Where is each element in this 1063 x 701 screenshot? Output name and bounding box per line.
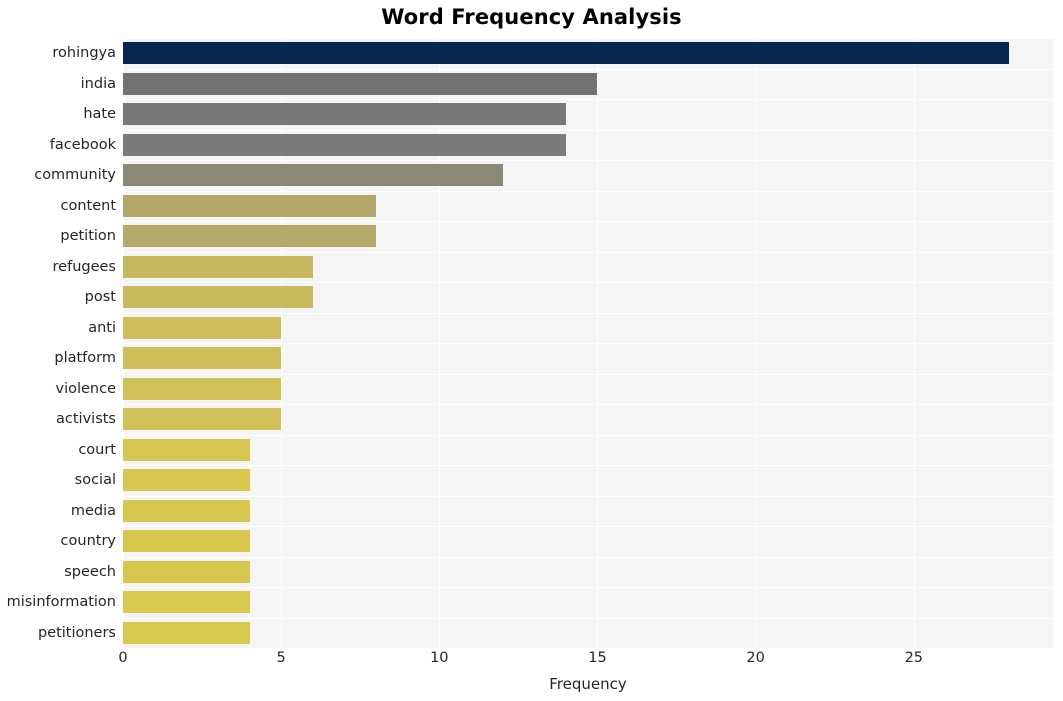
x-axis-tick-label: 15 (588, 650, 607, 666)
bar (123, 530, 250, 553)
gridline-horizontal (123, 374, 1053, 375)
gridline-horizontal (123, 557, 1053, 558)
bar (123, 347, 282, 370)
x-axis-title: Frequency (549, 675, 627, 693)
y-axis-tick-label: rohingya (52, 45, 116, 62)
y-axis-tick-label: court (78, 441, 116, 458)
bar (123, 316, 282, 339)
gridline-horizontal (123, 282, 1053, 283)
bar (123, 164, 503, 187)
gridline-horizontal (123, 618, 1053, 619)
word-frequency-bar-chart: Word Frequency Analysis rohingya india hat… (0, 0, 1063, 701)
gridline-horizontal (123, 191, 1053, 192)
bar (123, 377, 282, 400)
gridline-horizontal (123, 130, 1053, 131)
gridline-horizontal (123, 465, 1053, 466)
bar (123, 133, 566, 156)
y-axis-tick-label: platform (54, 350, 116, 367)
y-axis-tick-label: social (74, 472, 116, 489)
y-axis-tick-label: violence (55, 380, 116, 397)
bar (123, 560, 250, 583)
gridline-horizontal (123, 343, 1053, 344)
gridline-horizontal (123, 313, 1053, 314)
bar (123, 255, 313, 278)
y-axis-tick-label: post (84, 289, 116, 306)
y-axis-tick-label: country (60, 533, 116, 550)
gridline-horizontal (123, 221, 1053, 222)
x-axis-tick-label: 5 (276, 650, 286, 666)
bar (123, 591, 250, 614)
bar (123, 438, 250, 461)
gridline-horizontal (123, 496, 1053, 497)
gridline-horizontal (123, 99, 1053, 100)
y-axis-tick-label: refugees (52, 258, 116, 275)
y-axis-tick-label: media (70, 502, 116, 519)
y-axis-tick-label: activists (56, 411, 116, 428)
bar (123, 286, 313, 309)
y-axis-tick-label: misinformation (6, 594, 116, 611)
y-axis-tick-label: hate (83, 106, 116, 123)
gridline-horizontal (123, 252, 1053, 253)
y-axis-tick-label: community (34, 167, 116, 184)
gridline-horizontal (123, 526, 1053, 527)
gridline-horizontal (123, 404, 1053, 405)
x-axis-tick-label: 25 (904, 650, 924, 666)
bar (123, 194, 377, 217)
bar (123, 103, 566, 126)
gridline-horizontal (123, 435, 1053, 436)
x-axis-tick-labels: 0 5 10 15 20 25 (0, 650, 1063, 674)
y-axis-tick-label: india (80, 75, 116, 92)
y-axis-tick-label: petitioners (37, 624, 116, 641)
y-axis-tick-label: speech (64, 563, 116, 580)
bar (123, 72, 598, 95)
y-axis-tick-label: anti (88, 319, 116, 336)
plot-area (123, 38, 1053, 648)
gridline-horizontal (123, 69, 1053, 70)
x-axis-tick-label: 0 (118, 650, 128, 666)
x-axis-tick-label: 10 (430, 650, 449, 666)
bar (123, 621, 250, 644)
bar (123, 42, 1009, 65)
bar (123, 225, 377, 248)
y-axis-tick-label: facebook (49, 136, 116, 153)
y-axis-tick-label: petition (60, 228, 116, 245)
bar (123, 499, 250, 522)
gridline-horizontal (123, 38, 1053, 39)
gridline-horizontal (123, 160, 1053, 161)
x-axis-tick-label: 20 (746, 650, 765, 666)
y-axis-tick-label: content (60, 197, 116, 214)
bar (123, 469, 250, 492)
gridline-horizontal (123, 587, 1053, 588)
bar (123, 408, 282, 431)
y-axis-tick-labels: rohingya india hate facebook community conten… (0, 38, 116, 648)
chart-title: Word Frequency Analysis (381, 5, 682, 29)
